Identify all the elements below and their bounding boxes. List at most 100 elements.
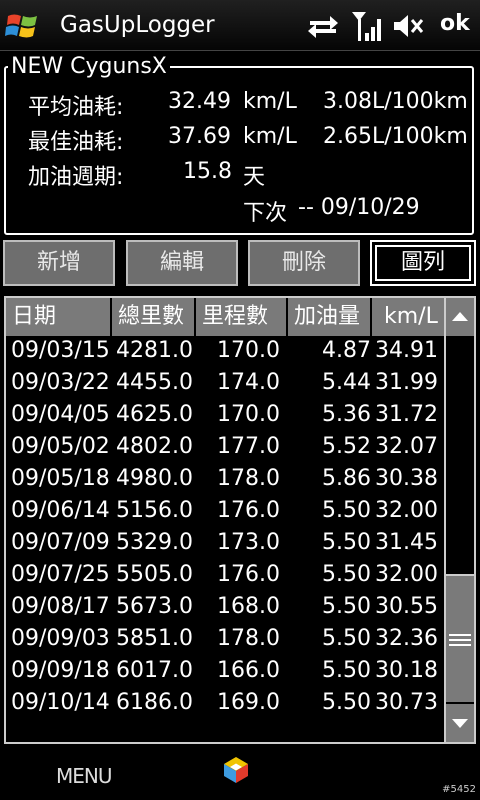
cell-trip: 178.0 <box>217 626 280 651</box>
cell-date: 09/04/05 <box>11 402 110 427</box>
cell-trip: 176.0 <box>217 562 280 587</box>
table-row[interactable]: 09/10/14 6186.0 169.0 5.50 30.73 <box>6 688 446 720</box>
cell-odometer: 5851.0 <box>116 626 193 651</box>
cell-trip: 166.0 <box>217 658 280 683</box>
grip-icon <box>449 634 471 646</box>
avg-consumption-unit: km/L <box>243 89 297 114</box>
start-menu-cube-icon[interactable] <box>221 755 251 785</box>
cell-odometer: 4625.0 <box>116 402 193 427</box>
cell-date: 09/05/02 <box>11 434 110 459</box>
cell-date: 09/03/22 <box>11 370 110 395</box>
cell-trip: 177.0 <box>217 434 280 459</box>
cell-efficiency: 31.72 <box>375 402 438 427</box>
table-row[interactable]: 09/09/03 5851.0 178.0 5.50 32.36 <box>6 624 446 656</box>
title-bar: GasUpLogger ok <box>0 0 480 51</box>
cell-odometer: 4802.0 <box>116 434 193 459</box>
table-row[interactable]: 09/09/18 6017.0 166.0 5.50 30.18 <box>6 656 446 688</box>
volume-muted-icon[interactable] <box>392 12 426 40</box>
windows-flag-icon[interactable] <box>4 7 42 45</box>
cell-efficiency: 34.91 <box>375 338 438 363</box>
cell-efficiency: 30.38 <box>375 466 438 491</box>
column-header-efficiency[interactable]: km/L <box>372 298 446 336</box>
cell-trip: 170.0 <box>217 402 280 427</box>
vertical-scrollbar[interactable] <box>444 298 474 742</box>
avg-consumption-label: 平均油耗: <box>28 95 124 120</box>
cell-fuel: 5.86 <box>322 466 371 491</box>
cell-efficiency: 32.00 <box>375 562 438 587</box>
cell-odometer: 4980.0 <box>116 466 193 491</box>
cell-trip: 176.0 <box>217 498 280 523</box>
scroll-down-button[interactable] <box>446 704 474 742</box>
table-row[interactable]: 09/06/14 5156.0 176.0 5.50 32.00 <box>6 496 446 528</box>
best-consumption-label: 最佳油耗: <box>28 130 124 155</box>
arrow-down-icon <box>452 719 468 728</box>
signal-strength-icon[interactable] <box>350 9 384 43</box>
table-row[interactable]: 09/04/05 4625.0 170.0 5.36 31.72 <box>6 400 446 432</box>
cell-fuel: 5.50 <box>322 530 371 555</box>
table-row[interactable]: 09/05/18 4980.0 178.0 5.86 30.38 <box>6 464 446 496</box>
edit-button[interactable]: 編輯 <box>126 240 238 286</box>
arrow-up-icon <box>452 312 468 321</box>
cell-odometer: 5673.0 <box>116 594 193 619</box>
avg-consumption-alt: 3.08L/100km <box>323 89 468 114</box>
column-header-trip[interactable]: 里程數 <box>196 298 288 336</box>
cell-fuel: 5.36 <box>322 402 371 427</box>
cell-odometer: 4281.0 <box>116 338 193 363</box>
column-header-date[interactable]: 日期 <box>6 298 112 336</box>
cell-efficiency: 31.99 <box>375 370 438 395</box>
cell-fuel: 5.50 <box>322 658 371 683</box>
next-refuel-date: -- 09/10/29 <box>298 195 420 220</box>
delete-button[interactable]: 刪除 <box>248 240 360 286</box>
scroll-up-button[interactable] <box>446 298 474 336</box>
scroll-thumb[interactable] <box>446 574 474 702</box>
cell-odometer: 6017.0 <box>116 658 193 683</box>
table-header: 日期 總里數 里程數 加油量 km/L <box>6 298 446 336</box>
cell-fuel: 5.50 <box>322 498 371 523</box>
best-consumption-alt: 2.65L/100km <box>323 124 468 149</box>
corner-tag: #5452 <box>442 784 476 795</box>
refuel-cycle-label: 加油週期: <box>28 165 124 190</box>
cell-odometer: 5505.0 <box>116 562 193 587</box>
column-header-fuel[interactable]: 加油量 <box>288 298 372 336</box>
cell-odometer: 5156.0 <box>116 498 193 523</box>
cell-date: 09/06/14 <box>11 498 110 523</box>
cell-trip: 169.0 <box>217 690 280 715</box>
cell-date: 09/09/03 <box>11 626 110 651</box>
add-button[interactable]: 新增 <box>3 240 115 286</box>
cell-fuel: 5.50 <box>322 562 371 587</box>
cell-trip: 170.0 <box>217 338 280 363</box>
cell-date: 09/07/09 <box>11 530 110 555</box>
table-row[interactable]: 09/05/02 4802.0 177.0 5.52 32.07 <box>6 432 446 464</box>
next-refuel-label: 下次 <box>243 201 288 226</box>
avg-consumption-value: 32.49 <box>168 89 231 114</box>
cell-date: 09/09/18 <box>11 658 110 683</box>
cell-odometer: 5329.0 <box>116 530 193 555</box>
cell-efficiency: 32.00 <box>375 498 438 523</box>
refuel-log-table[interactable]: 日期 總里數 里程數 加油量 km/L 09/03/15 4281.0 170.… <box>4 296 476 744</box>
chart-button-label: 圖列 <box>375 245 471 281</box>
table-row[interactable]: 09/08/17 5673.0 168.0 5.50 30.55 <box>6 592 446 624</box>
ok-button[interactable]: ok <box>440 11 470 36</box>
menu-soft-key[interactable]: MENU <box>56 764 112 788</box>
cell-efficiency: 32.07 <box>375 434 438 459</box>
chart-button[interactable]: 圖列 <box>370 240 476 286</box>
cell-fuel: 5.50 <box>322 626 371 651</box>
cell-date: 09/10/14 <box>11 690 110 715</box>
table-row[interactable]: 09/07/09 5329.0 173.0 5.50 31.45 <box>6 528 446 560</box>
cell-efficiency: 31.45 <box>375 530 438 555</box>
cell-efficiency: 30.73 <box>375 690 438 715</box>
refuel-cycle-unit: 天 <box>243 165 266 190</box>
cell-trip: 173.0 <box>217 530 280 555</box>
cell-date: 09/07/25 <box>11 562 110 587</box>
column-header-odometer[interactable]: 總里數 <box>112 298 196 336</box>
table-row[interactable]: 09/03/15 4281.0 170.0 4.87 34.91 <box>6 336 446 368</box>
cell-fuel: 5.50 <box>322 690 371 715</box>
cell-fuel: 5.44 <box>322 370 371 395</box>
cell-fuel: 5.50 <box>322 594 371 619</box>
table-row[interactable]: 09/03/22 4455.0 174.0 5.44 31.99 <box>6 368 446 400</box>
table-row[interactable]: 09/07/25 5505.0 176.0 5.50 32.00 <box>6 560 446 592</box>
sync-arrows-icon[interactable] <box>306 12 340 40</box>
cell-trip: 178.0 <box>217 466 280 491</box>
vehicle-name: NEW CygunsX <box>8 54 170 79</box>
cell-date: 09/08/17 <box>11 594 110 619</box>
